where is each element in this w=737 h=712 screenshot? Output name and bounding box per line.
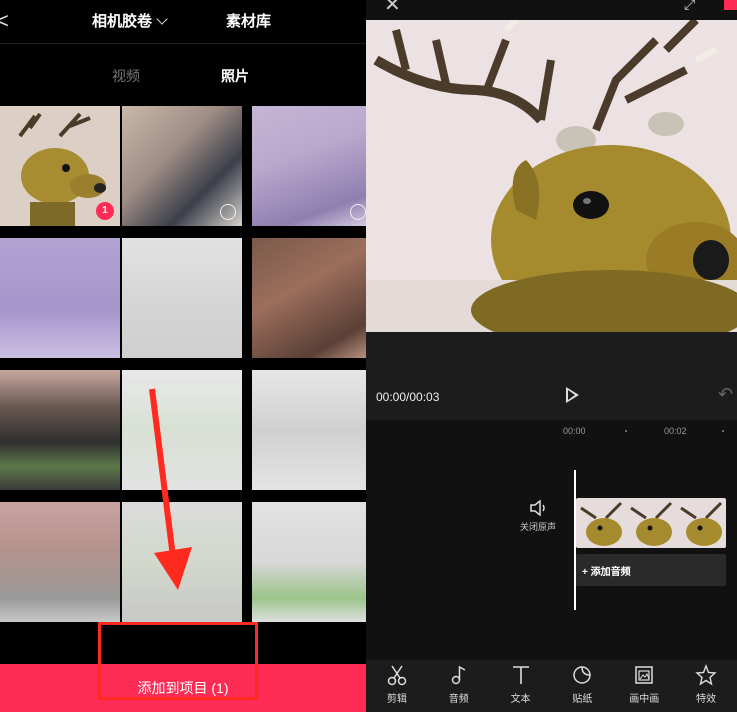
picture-in-picture-icon — [635, 666, 653, 684]
clip-thumbnail — [576, 498, 626, 548]
fullscreen-icon[interactable]: ⤢ — [684, 0, 695, 13]
photo-thumbnail[interactable] — [252, 106, 366, 226]
scissors-icon — [387, 665, 407, 686]
photo-thumbnail-deer[interactable]: 1 — [0, 106, 120, 226]
photo-thumbnail[interactable] — [252, 238, 366, 358]
album-title: 相机胶卷 — [92, 13, 153, 30]
selection-count-badge: 1 — [96, 202, 114, 220]
tool-picture-in-picture[interactable]: 画中画 — [613, 660, 675, 712]
playhead[interactable] — [574, 470, 576, 610]
tool-sticker[interactable]: 贴纸 — [551, 660, 613, 712]
back-icon[interactable]: < — [0, 8, 14, 34]
tool-label: 音频 — [448, 694, 469, 705]
tool-audio[interactable]: 音频 — [428, 660, 490, 712]
annotation-arrow — [149, 388, 192, 590]
mute-original-audio-button[interactable]: 关闭原声 — [518, 500, 558, 533]
tab-video[interactable]: 视频 — [112, 66, 140, 86]
photo-thumbnail[interactable] — [122, 106, 242, 226]
clip-frame — [676, 498, 726, 548]
add-audio-button[interactable]: + 添加音频 — [576, 554, 726, 586]
clip-thumbnail — [626, 498, 676, 548]
time-display: 00:00/00:03 — [376, 390, 440, 404]
tool-label: 贴纸 — [572, 694, 593, 705]
play-icon[interactable] — [566, 387, 579, 403]
timeline-dot — [722, 430, 724, 432]
media-picker-panel: < 相机胶卷 素材库 视频 照片 1 添加到项目 (1) — [0, 0, 366, 712]
tab-photo[interactable]: 照片 — [221, 66, 249, 86]
photo-thumbnail[interactable] — [252, 370, 366, 490]
photo-thumbnail[interactable] — [0, 238, 120, 358]
tool-text[interactable]: 文本 — [490, 660, 552, 712]
add-audio-label: + 添加音频 — [582, 567, 631, 578]
annotation-highlight-box — [98, 622, 258, 700]
clip-frame — [626, 498, 676, 548]
speaker-icon — [530, 500, 545, 516]
photo-thumbnail[interactable] — [0, 370, 120, 490]
undo-icon[interactable]: ↶ — [718, 384, 733, 405]
tool-effects[interactable]: 特效 — [675, 660, 737, 712]
player-controls: 00:00/00:03 ↶ — [366, 332, 737, 420]
deer-preview-image — [366, 20, 737, 332]
export-button[interactable] — [724, 0, 737, 10]
editor-top-bar: ✕ ⤢ — [366, 0, 737, 20]
album-selector[interactable]: 相机胶卷 — [92, 10, 168, 31]
picker-header: < 相机胶卷 素材库 — [0, 0, 366, 44]
editor-panel: ✕ ⤢ 00:00/00:03 ↶ 00:00 00:02 关闭原声 + 添加音… — [366, 0, 737, 712]
video-preview[interactable] — [366, 20, 737, 332]
close-icon[interactable]: ✕ — [384, 0, 401, 17]
tab-library[interactable]: 素材库 — [226, 10, 271, 31]
clip-thumbnail — [676, 498, 726, 548]
timeline-dot — [625, 430, 627, 432]
timeline-tick: 00:02 — [664, 426, 687, 436]
photo-thumbnail[interactable] — [252, 502, 366, 622]
tool-edit[interactable]: 剪辑 — [366, 660, 428, 712]
music-note-icon — [451, 665, 466, 685]
tool-label: 特效 — [696, 694, 717, 705]
sticker-icon — [573, 666, 592, 684]
clip-frame — [576, 498, 626, 548]
photo-thumbnail[interactable] — [0, 502, 120, 622]
chevron-down-icon — [156, 12, 168, 25]
effects-star-icon — [695, 664, 717, 686]
select-circle[interactable] — [350, 204, 366, 220]
editor-toolbar: 剪辑 音频 文本 贴纸 画中画 特效 — [366, 660, 737, 712]
timeline-tick: 00:00 — [563, 426, 586, 436]
tool-label: 画中画 — [629, 694, 660, 705]
tool-label: 文本 — [510, 694, 531, 705]
mute-label: 关闭原声 — [519, 522, 556, 532]
photo-thumbnail[interactable] — [122, 238, 242, 358]
text-icon — [512, 666, 529, 684]
select-circle[interactable] — [220, 204, 236, 220]
video-clip[interactable] — [576, 498, 726, 548]
tool-label: 剪辑 — [386, 694, 407, 705]
media-type-tabs: 视频 照片 — [0, 66, 366, 86]
timeline[interactable]: 00:00 00:02 关闭原声 + 添加音频 — [366, 420, 737, 660]
